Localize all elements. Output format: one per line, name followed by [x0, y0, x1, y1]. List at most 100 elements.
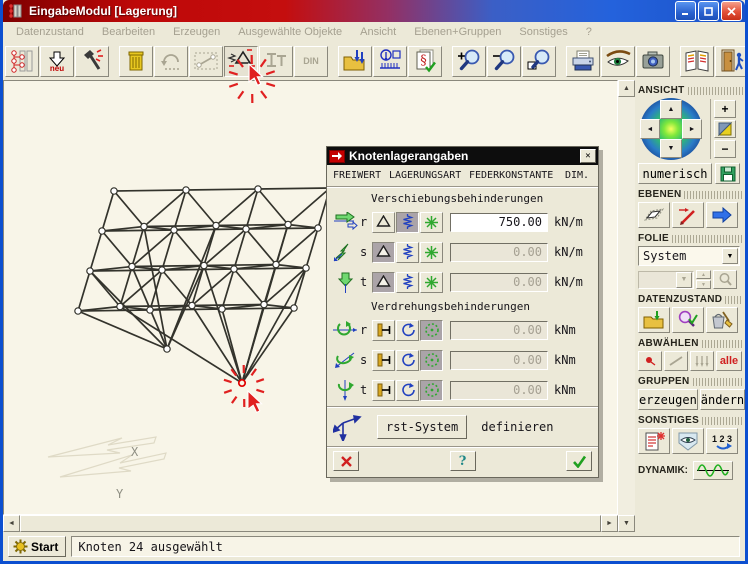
support-triangle-icon [376, 245, 391, 259]
shift-s-spring-button[interactable] [396, 242, 419, 263]
minimize-button[interactable] [675, 1, 696, 21]
rot-r-fixed-button[interactable] [372, 320, 395, 341]
deselect-all-button[interactable]: alle [716, 351, 742, 371]
rotate-up-button[interactable]: ▲ [660, 100, 682, 119]
rot-t-fixed-button[interactable] [372, 380, 395, 401]
start-button[interactable]: Start [8, 536, 66, 557]
shift-r-value-field[interactable]: 750.00 [450, 213, 548, 232]
load-folder-icon [342, 48, 368, 74]
rot-t-free-button[interactable] [420, 380, 443, 401]
status-text: Knoten 24 ausgewählt [78, 540, 223, 554]
dialog-close-button[interactable]: ✕ [580, 149, 596, 163]
delete-button[interactable] [119, 46, 153, 77]
zoom-window-button[interactable] [522, 46, 556, 77]
model-tree-button[interactable] [5, 46, 39, 77]
deselect-nodes-button[interactable] [638, 351, 662, 371]
rot-s-spring-button[interactable] [396, 350, 419, 371]
distributed-load-button[interactable] [373, 46, 407, 77]
renumber-button[interactable]: 1 2 3 [706, 428, 738, 454]
din-label: DIN [303, 56, 319, 66]
cancel-button[interactable] [333, 451, 359, 471]
close-icon [727, 7, 736, 16]
shift-r-fixed-button[interactable] [372, 212, 395, 233]
gruppe-erzeugen-button[interactable]: erzeugen [638, 389, 698, 410]
zoom-out-button[interactable] [487, 46, 521, 77]
snapshot-button[interactable] [636, 46, 670, 77]
menu-ausgewaehlte-objekte: Ausgewählte Objekte [229, 24, 351, 40]
rot-t-spring-button[interactable] [396, 380, 419, 401]
rotate-right-button[interactable]: ► [682, 119, 702, 139]
folie-dropdown-arrow[interactable]: ▼ [722, 248, 738, 264]
help-button[interactable]: ? [450, 451, 476, 471]
shift-s-free-button[interactable] [420, 242, 443, 263]
shift-r-spring-button[interactable] [396, 212, 419, 233]
horizontal-scroll-thumb[interactable] [20, 515, 601, 532]
rot-r-spring-button[interactable] [396, 320, 419, 341]
rst-system-button[interactable]: rst-System [377, 415, 467, 439]
norms-button[interactable]: § [408, 46, 442, 77]
support-triangle-icon [376, 215, 391, 229]
modify-hammer-button[interactable] [75, 46, 109, 77]
view-compass: ▲ ▼ ◄ ► [638, 98, 708, 160]
new-button-label: neu [50, 65, 64, 72]
data-check-button[interactable] [672, 307, 704, 333]
load-folder-button[interactable] [338, 46, 372, 77]
zoom-in-button[interactable] [452, 46, 486, 77]
rot-s-axis-icon [332, 350, 358, 370]
shift-t-free-button[interactable] [420, 272, 443, 293]
shift-s-fixed-button[interactable] [372, 242, 395, 263]
plane-icon [643, 205, 665, 225]
close-button[interactable] [721, 1, 742, 21]
folie-combobox[interactable]: System ▼ [638, 246, 740, 266]
dialog-title-bar[interactable]: Knotenlagerangaben ✕ [327, 147, 598, 165]
rot-s-free-button[interactable] [420, 350, 443, 371]
free-star-icon [424, 215, 439, 230]
print-button[interactable] [566, 46, 600, 77]
data-cleanup-button[interactable] [706, 307, 738, 333]
scroll-right-button[interactable]: ► [601, 515, 618, 532]
rotate-left-button[interactable]: ◄ [640, 119, 660, 139]
rotation-spring-icon [400, 383, 415, 398]
handbook-button[interactable] [680, 46, 714, 77]
shift-t-fixed-button[interactable] [372, 272, 395, 293]
paragraph-icon: § [412, 48, 438, 74]
rot-row-t: t 0.00 kNm [327, 375, 598, 405]
shift-t-unit: kN/m [548, 275, 590, 289]
dialog-title: Knotenlagerangaben [349, 149, 580, 163]
rotate-down-button[interactable]: ▼ [660, 139, 682, 158]
contrast-button[interactable] [714, 120, 736, 138]
svg-text:§: § [420, 53, 427, 68]
scroll-up-button[interactable]: ▲ [618, 80, 635, 97]
shift-t-spring-button[interactable] [396, 272, 419, 293]
ok-button[interactable] [566, 451, 592, 471]
dynamik-button[interactable] [693, 461, 733, 480]
zoom-minus-button[interactable]: − [714, 140, 736, 158]
exit-button[interactable] [715, 46, 748, 77]
window-title: EingabeModul [Lagerung] [29, 4, 673, 18]
protocol-button[interactable] [638, 428, 670, 454]
maximize-button[interactable] [698, 1, 719, 21]
view-eye-button[interactable] [601, 46, 635, 77]
support-tool-button[interactable] [224, 46, 258, 77]
horizontal-scrollbar[interactable]: ◄ ► [3, 515, 618, 532]
start-gear-icon [13, 539, 28, 554]
visibility-button[interactable] [672, 428, 704, 454]
plane-next-button[interactable] [706, 202, 738, 228]
zoom-plus-button[interactable]: + [714, 100, 736, 118]
save-view-button[interactable] [715, 163, 740, 184]
plane-edit-button[interactable] [672, 202, 704, 228]
scroll-down-button[interactable]: ▼ [618, 515, 635, 532]
vertical-scrollbar[interactable]: ▲ ▼ [618, 80, 635, 532]
numerisch-button[interactable]: numerisch [638, 163, 712, 184]
data-import-button[interactable] [638, 307, 670, 333]
shift-r-free-button[interactable] [420, 212, 443, 233]
sonstiges-label: SONSTIGES [638, 415, 699, 426]
shift-t-axis-icon [332, 271, 358, 293]
rot-r-free-button[interactable] [420, 320, 443, 341]
new-button[interactable]: neu [40, 46, 74, 77]
plane-select-button[interactable] [638, 202, 670, 228]
rot-s-fixed-button[interactable] [372, 350, 395, 371]
exit-door-icon [719, 48, 745, 74]
gruppe-aendern-button[interactable]: ändern [700, 389, 745, 410]
scroll-left-button[interactable]: ◄ [3, 515, 20, 532]
